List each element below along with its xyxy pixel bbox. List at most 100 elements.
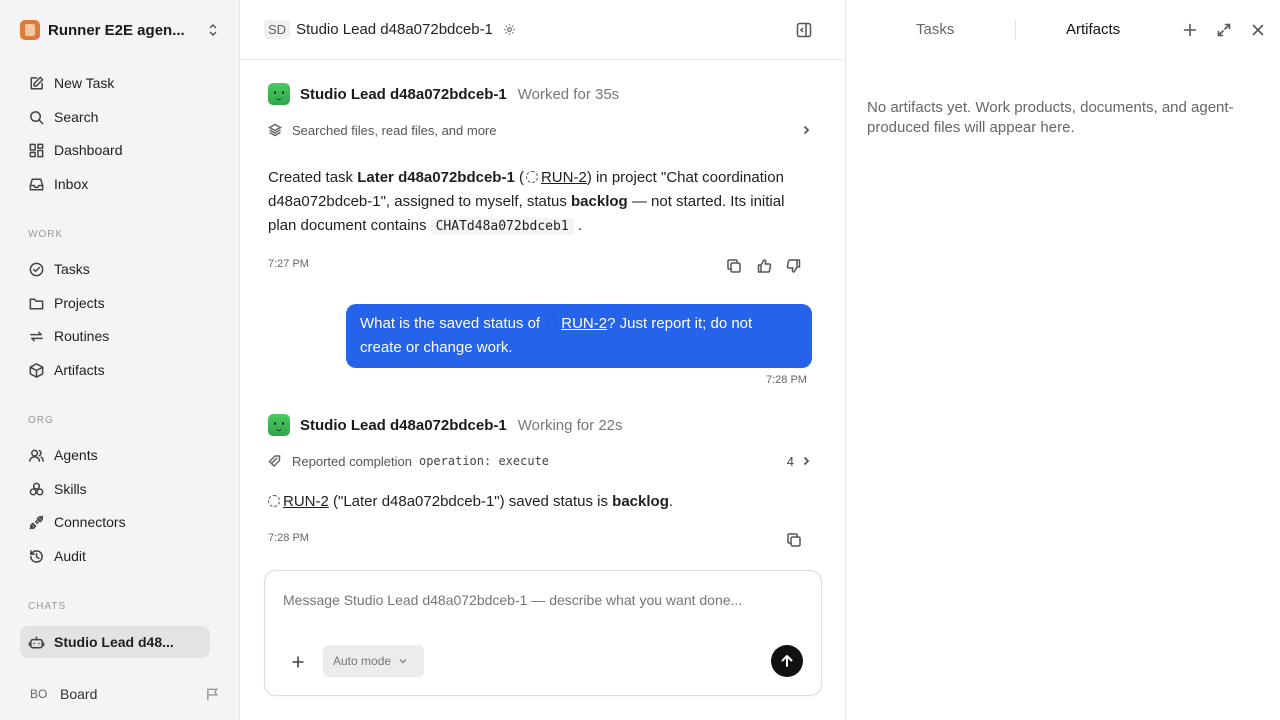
search-icon <box>30 110 44 124</box>
chevron-down-icon <box>399 658 407 664</box>
sidebar: Runner E2E agen... New Task Search Dashb… <box>0 0 240 720</box>
status-word: backlog <box>571 193 628 210</box>
backlog-status-icon <box>268 495 280 507</box>
nav-audit[interactable]: Audit <box>20 541 220 571</box>
agent-work-status: Working for 22s <box>517 416 623 434</box>
run-link[interactable]: RUN-2 <box>283 493 329 510</box>
gear-icon[interactable] <box>503 23 516 36</box>
nav-label: Skills <box>54 481 87 497</box>
board-initials: BO <box>30 687 48 701</box>
agent-avatar <box>268 414 290 436</box>
nav-label: New Task <box>54 75 115 91</box>
run-link[interactable]: RUN-2 <box>561 315 607 332</box>
nav-label: Tasks <box>54 261 90 277</box>
expand-icon[interactable] <box>1216 22 1232 38</box>
plug-icon <box>29 515 44 529</box>
nav-label: Artifacts <box>54 362 105 378</box>
inbox-icon <box>29 178 44 190</box>
plus-icon[interactable] <box>1182 22 1198 38</box>
section-label-chats: CHATS <box>28 601 67 612</box>
chevron-right-icon <box>803 125 810 135</box>
thumbs-up-icon[interactable] <box>756 258 772 274</box>
tab-tasks[interactable]: Tasks <box>916 21 954 38</box>
activity-summary[interactable]: Searched files, read files, and more <box>268 120 812 140</box>
copy-icon[interactable] <box>786 532 802 548</box>
agent-message-body: Created task Later d48a072bdceb-1 (RUN-2… <box>268 166 808 239</box>
message-timestamp: 7:28 PM <box>268 532 309 544</box>
chat-panel: SD Studio Lead d48a072bdceb-1 Studio Lea… <box>240 0 846 720</box>
workspace-switcher[interactable]: Runner E2E agen... <box>20 14 220 46</box>
message-actions <box>726 258 802 274</box>
dashboard-icon <box>29 143 44 157</box>
tasks-icon <box>29 262 44 276</box>
layers-icon <box>268 123 282 137</box>
chat-label: Studio Lead d48... <box>54 634 174 650</box>
flag-icon[interactable] <box>205 687 220 702</box>
nav-skills[interactable]: Skills <box>20 474 220 504</box>
message-timestamp: 7:28 PM <box>766 374 807 386</box>
send-button[interactable] <box>771 645 803 677</box>
nav-label: Inbox <box>54 176 89 192</box>
section-label-org: ORG <box>28 415 54 426</box>
nav-search[interactable]: Search <box>20 102 220 132</box>
plus-icon[interactable] <box>289 653 307 671</box>
message-text: ( <box>514 169 524 186</box>
nav-label: Audit <box>54 548 86 564</box>
history-icon <box>30 549 43 563</box>
backlog-status-icon <box>546 317 559 329</box>
code-snippet: CHATd48a072bdceb1 <box>430 218 574 235</box>
nav-tasks[interactable]: Tasks <box>20 254 220 284</box>
activity-summary[interactable]: Reported completion operation: execute 4 <box>268 451 812 471</box>
thumbs-down-icon[interactable] <box>786 258 802 274</box>
tab-divider <box>1015 20 1016 40</box>
message-text: . <box>668 493 674 510</box>
task-name: Later d48a072bdceb-1 <box>357 169 515 186</box>
nav-projects[interactable]: Projects <box>20 288 220 318</box>
message-timestamp: 7:27 PM <box>268 258 309 270</box>
skills-icon <box>29 482 44 495</box>
message-text: . <box>573 217 583 234</box>
agent-message-body: RUN-2 ("Later d48a072bdceb-1") saved sta… <box>268 490 808 514</box>
workspace-logo <box>20 20 40 40</box>
chat-initials: SD <box>264 20 291 39</box>
mode-select[interactable]: Auto mode <box>323 645 424 677</box>
nav-label: Dashboard <box>54 142 123 158</box>
nav-label: Search <box>54 109 99 125</box>
chevron-right-icon <box>803 456 810 466</box>
chat-item-studio-lead[interactable]: Studio Lead d48... <box>20 626 210 658</box>
agent-message-header: Studio Lead d48a072bdceb-1 Working for 2… <box>268 414 623 436</box>
message-input[interactable] <box>283 592 803 608</box>
tag-icon <box>268 455 281 468</box>
nav-routines[interactable]: Routines <box>20 321 220 351</box>
new-task-icon <box>30 76 44 89</box>
user-message-bubble: What is the saved status of RUN-2? Just … <box>346 304 812 368</box>
message-text: ("Later d48a072bdceb-1") saved status is <box>328 493 613 510</box>
message-text: What is the saved status of <box>360 315 545 332</box>
nav-connectors[interactable]: Connectors <box>20 507 220 537</box>
message-composer: Auto mode <box>264 570 822 696</box>
arrow-up-icon <box>781 655 793 667</box>
panel-toggle-icon[interactable] <box>796 22 812 38</box>
nav-label: Agents <box>54 447 98 463</box>
nav-dashboard[interactable]: Dashboard <box>20 135 220 165</box>
activity-count: 4 <box>786 453 794 469</box>
chat-header: SD Studio Lead d48a072bdceb-1 <box>240 0 846 60</box>
nav-agents[interactable]: Agents <box>20 440 220 470</box>
board-switcher[interactable]: BO Board <box>20 680 220 708</box>
side-panel: Tasks Artifacts No artifacts yet. Work p… <box>847 0 1280 720</box>
status-word: backlog <box>612 493 669 510</box>
agent-avatar <box>268 83 290 105</box>
message-actions <box>786 532 802 548</box>
nav-label: Connectors <box>54 514 126 530</box>
box-icon <box>29 362 44 378</box>
agents-icon <box>29 449 44 462</box>
backlog-status-icon <box>525 171 538 183</box>
nav-new-task[interactable]: New Task <box>20 68 220 98</box>
copy-icon[interactable] <box>726 258 742 274</box>
nav-inbox[interactable]: Inbox <box>20 169 220 199</box>
chat-title: Studio Lead d48a072bdceb-1 <box>296 21 493 38</box>
nav-artifacts[interactable]: Artifacts <box>20 355 220 385</box>
run-link[interactable]: RUN-2 <box>541 169 587 186</box>
tab-artifacts[interactable]: Artifacts <box>1066 21 1120 38</box>
close-icon[interactable] <box>1250 22 1266 38</box>
